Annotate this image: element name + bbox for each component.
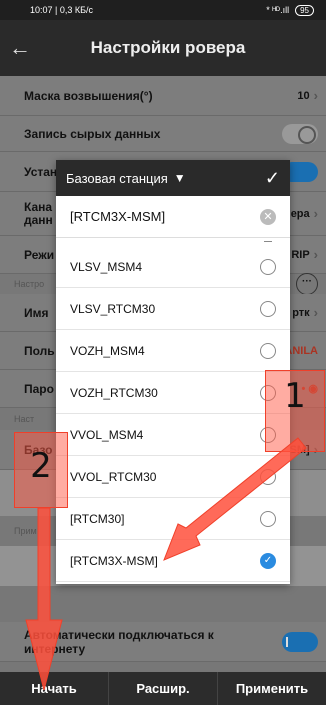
arrow-to-option xyxy=(163,437,307,561)
annotation-arrows xyxy=(25,437,307,691)
arrow-to-start-button xyxy=(25,507,63,691)
